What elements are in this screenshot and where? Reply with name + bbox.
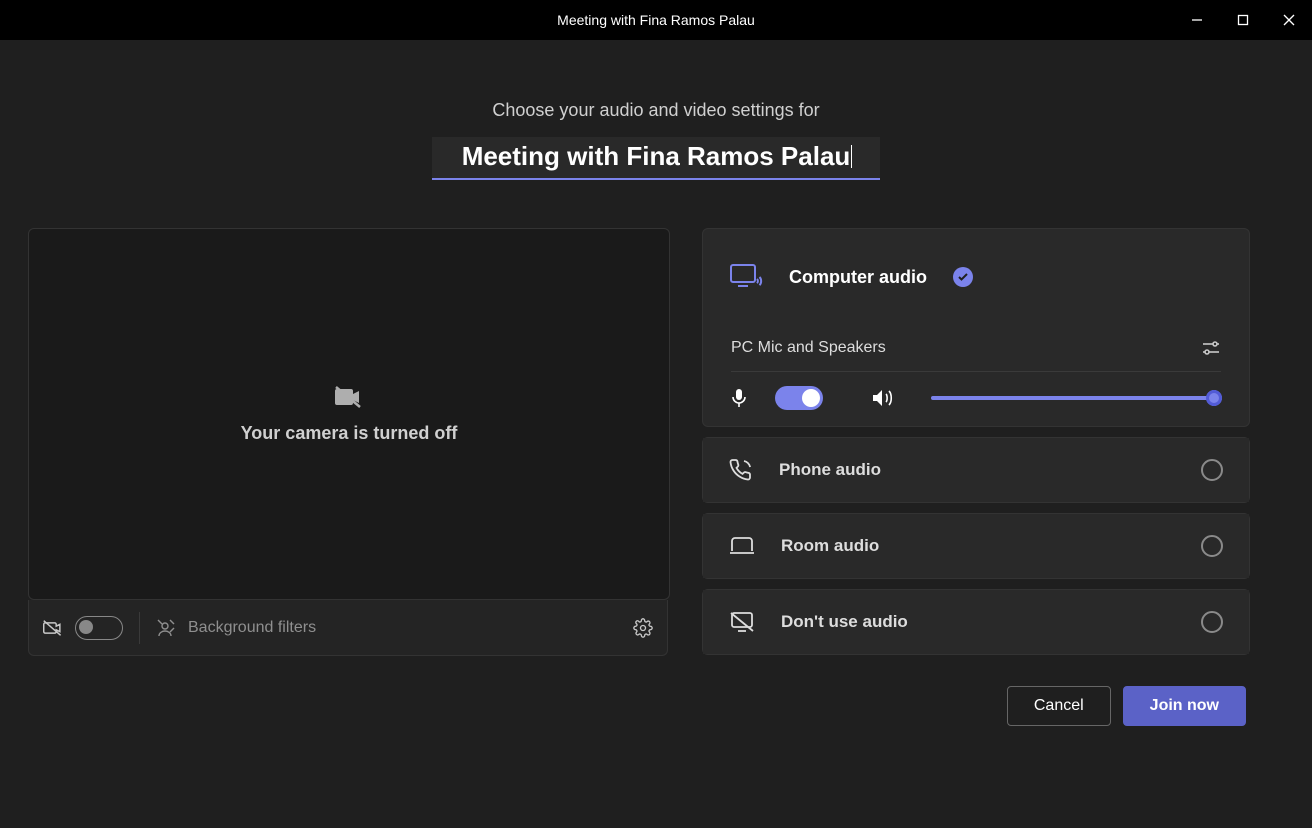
radio-empty-icon [1201,535,1223,557]
radio-empty-icon [1201,611,1223,633]
camera-preview: Your camera is turned off [28,228,670,600]
background-filters-label: Background filters [188,619,316,637]
radio-empty-icon [1201,459,1223,481]
background-filters-icon [156,618,176,638]
audio-section: Computer audio PC Mic and Speakers [702,228,1250,656]
camera-toolbar: Background filters [28,600,668,656]
room-icon [729,536,755,556]
computer-audio-label: Computer audio [789,267,927,288]
selected-check-icon [953,267,973,287]
join-now-button[interactable]: Join now [1123,686,1246,726]
volume-slider[interactable] [931,396,1221,400]
camera-section: Your camera is turned off [28,228,670,656]
window-title: Meeting with Fina Ramos Palau [0,12,1312,28]
mic-toggle[interactable] [775,386,823,410]
close-button[interactable] [1266,0,1312,40]
cancel-button[interactable]: Cancel [1007,686,1111,726]
sliders-icon [1201,340,1221,356]
camera-off-icon [334,385,364,409]
computer-audio-icon [729,263,763,291]
meeting-name-input[interactable]: Meeting with Fina Ramos Palau [432,137,881,180]
maximize-button[interactable] [1220,0,1266,40]
device-settings-button[interactable] [633,618,653,638]
window-controls [1174,0,1312,40]
background-filters-button[interactable]: Background filters [139,612,617,644]
audio-option-computer[interactable]: Computer audio PC Mic and Speakers [702,228,1250,427]
camera-toggle[interactable] [75,616,123,640]
camera-disabled-icon [43,619,65,637]
audio-option-phone[interactable]: Phone audio [702,437,1250,503]
prejoin-subtitle: Choose your audio and video settings for [0,100,1312,121]
titlebar: Meeting with Fina Ramos Palau [0,0,1312,40]
phone-audio-label: Phone audio [779,460,1175,480]
no-audio-label: Don't use audio [781,612,1175,632]
no-audio-icon [729,611,755,633]
audio-option-none[interactable]: Don't use audio [702,589,1250,655]
camera-off-message: Your camera is turned off [241,423,458,444]
audio-device-name: PC Mic and Speakers [731,339,886,357]
footer-buttons: Cancel Join now [0,656,1312,726]
minimize-button[interactable] [1174,0,1220,40]
audio-device-selector[interactable]: PC Mic and Speakers [731,325,1221,372]
speaker-icon [871,388,893,408]
mic-icon [731,388,747,408]
room-audio-label: Room audio [781,536,1175,556]
audio-option-room[interactable]: Room audio [702,513,1250,579]
phone-icon [729,458,753,482]
